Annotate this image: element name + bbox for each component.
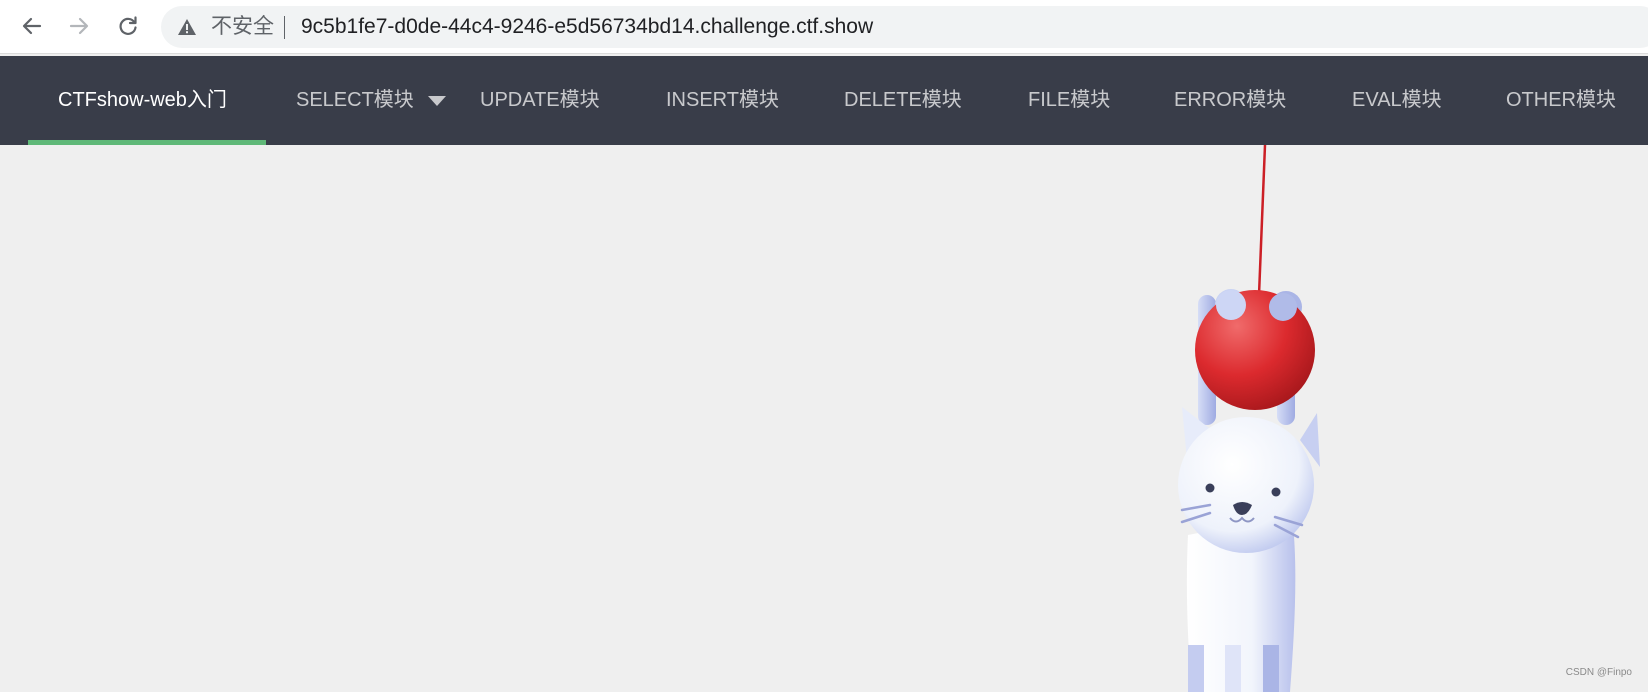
site-navbar: CTFshow-web入门 SELECT模块 UPDATE模块 INSERT模块… — [0, 56, 1648, 145]
nav-item-insert[interactable]: INSERT模块 — [666, 56, 779, 145]
reload-icon — [119, 16, 137, 35]
browser-toolbar: 不安全 9c5b1fe7-d0de-44c4-9246-e5d56734bd14… — [0, 0, 1648, 54]
arrow-left-icon — [22, 17, 42, 35]
back-button[interactable] — [15, 9, 49, 43]
page-content — [0, 145, 1648, 692]
nav-item-error[interactable]: ERROR模块 — [1174, 56, 1286, 145]
nav-item-ctfshow-web[interactable]: CTFshow-web入门 — [58, 56, 227, 145]
chevron-down-icon[interactable] — [428, 96, 446, 106]
cat-illustration — [1178, 145, 1320, 692]
omnibox-divider — [284, 16, 285, 39]
nav-item-delete[interactable]: DELETE模块 — [844, 56, 962, 145]
reload-button[interactable] — [111, 9, 145, 43]
arrow-right-icon — [69, 17, 89, 35]
url-text[interactable]: 9c5b1fe7-d0de-44c4-9246-e5d56734bd14.cha… — [301, 16, 873, 38]
address-bar[interactable]: 不安全 9c5b1fe7-d0de-44c4-9246-e5d56734bd14… — [161, 6, 1648, 48]
warning-triangle-icon[interactable] — [177, 17, 197, 37]
security-label[interactable]: 不安全 — [211, 16, 274, 38]
nav-item-select[interactable]: SELECT模块 — [296, 56, 414, 145]
forward-button[interactable] — [62, 9, 96, 43]
nav-item-other[interactable]: OTHER模块 — [1506, 56, 1616, 145]
watermark: CSDN @Finpo — [1565, 667, 1632, 678]
nav-item-file[interactable]: FILE模块 — [1028, 56, 1110, 145]
nav-item-update[interactable]: UPDATE模块 — [480, 56, 600, 145]
nav-item-eval[interactable]: EVAL模块 — [1352, 56, 1442, 145]
